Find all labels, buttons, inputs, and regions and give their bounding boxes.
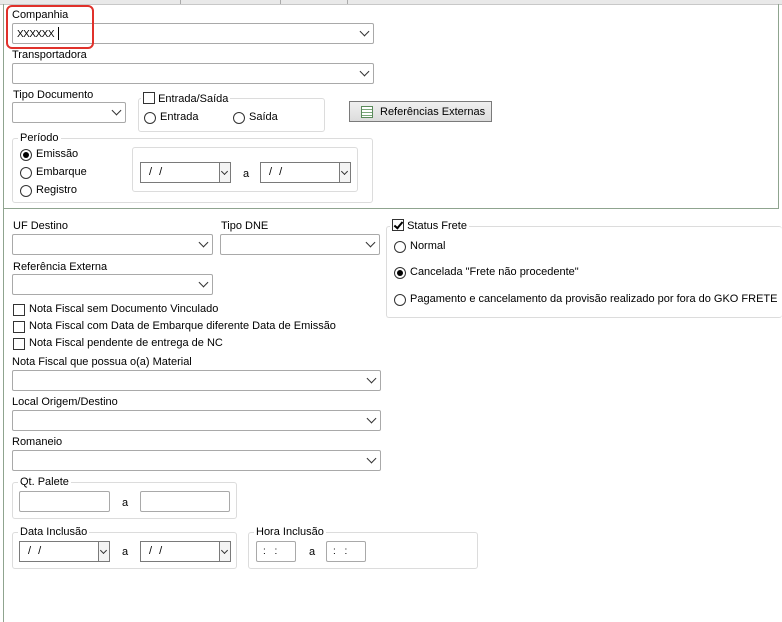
emissao-label: Emissão xyxy=(36,148,79,160)
entrada-radio[interactable] xyxy=(144,112,156,124)
data-inclusao-from-value: / / xyxy=(28,545,44,557)
saida-radio[interactable] xyxy=(233,112,245,124)
hora-inclusao-from-value: : : xyxy=(263,546,281,557)
nf-pendente-nc-checkbox[interactable] xyxy=(13,338,25,350)
referencias-externas-label: Referências Externas xyxy=(380,106,486,118)
qt-palete-from-input[interactable] xyxy=(19,491,110,512)
nf-sem-documento-checkbox[interactable] xyxy=(13,304,25,316)
periodo-to-date[interactable]: / / xyxy=(260,162,351,183)
status-cancelada-radio[interactable] xyxy=(394,267,406,279)
emissao-radio[interactable] xyxy=(20,149,32,161)
status-frete-checkbox[interactable] xyxy=(392,219,404,231)
chevron-down-icon xyxy=(198,237,209,248)
left-border-line xyxy=(3,209,4,622)
romaneio-label: Romaneio xyxy=(12,436,63,448)
hora-inclusao-to-value: : : xyxy=(333,546,351,557)
embarque-radio[interactable] xyxy=(20,167,32,179)
local-label: Local Origem/Destino xyxy=(12,396,118,408)
chevron-down-icon xyxy=(198,277,209,288)
chevron-down-icon xyxy=(365,237,376,248)
periodo-label: Período xyxy=(18,132,61,145)
entrada-label: Entrada xyxy=(160,111,199,123)
registro-radio[interactable] xyxy=(20,185,32,197)
status-normal-radio[interactable] xyxy=(394,241,406,253)
tipo-documento-label: Tipo Documento xyxy=(13,89,94,101)
uf-destino-label: UF Destino xyxy=(13,220,69,232)
periodo-from-value: / / xyxy=(149,166,165,178)
calendar-dropdown-icon[interactable] xyxy=(219,542,230,561)
hora-inclusao-label: Hora Inclusão xyxy=(254,526,326,539)
chevron-down-icon xyxy=(366,453,377,464)
embarque-label: Embarque xyxy=(36,166,87,178)
transportadora-label: Transportadora xyxy=(12,49,87,61)
spreadsheet-icon xyxy=(361,106,373,118)
qt-palete-to-input[interactable] xyxy=(140,491,230,512)
referencias-externas-button[interactable]: Referências Externas xyxy=(349,101,492,122)
nf-sem-documento-label: Nota Fiscal sem Documento Vinculado xyxy=(29,303,219,315)
transportadora-select[interactable] xyxy=(12,63,374,84)
hora-inclusao-to-input[interactable]: : : xyxy=(326,541,366,562)
data-inclusao-from-date[interactable]: / / xyxy=(19,541,110,562)
nf-pendente-nc-label: Nota Fiscal pendente de entrega de NC xyxy=(29,337,223,349)
data-inclusao-to-value: / / xyxy=(149,545,165,557)
status-pagamento-radio[interactable] xyxy=(394,294,406,306)
romaneio-select[interactable] xyxy=(12,450,381,471)
periodo-sep: a xyxy=(243,168,250,180)
calendar-dropdown-icon[interactable] xyxy=(339,163,350,182)
material-select[interactable] xyxy=(12,370,381,391)
calendar-dropdown-icon[interactable] xyxy=(98,542,109,561)
data-inclusao-label: Data Inclusão xyxy=(18,526,90,539)
uf-destino-select[interactable] xyxy=(12,234,213,255)
hora-inclusao-sep: a xyxy=(309,546,316,558)
calendar-dropdown-icon[interactable] xyxy=(219,163,230,182)
material-label: Nota Fiscal que possua o(a) Material xyxy=(12,356,192,368)
nf-data-embarque-label: Nota Fiscal com Data de Embarque diferen… xyxy=(29,320,336,332)
referencia-externa-select[interactable] xyxy=(12,274,213,295)
hora-inclusao-from-input[interactable]: : : xyxy=(256,541,296,562)
nf-data-embarque-checkbox[interactable] xyxy=(13,321,25,333)
status-pagamento-label: Pagamento e cancelamento da provisão rea… xyxy=(410,293,778,305)
tipo-documento-select[interactable] xyxy=(12,102,126,123)
tipo-dne-label: Tipo DNE xyxy=(221,220,269,232)
qt-palete-label: Qt. Palete xyxy=(18,476,71,489)
entrada-saida-checkbox[interactable] xyxy=(143,92,155,104)
referencia-externa-label: Referência Externa xyxy=(13,261,108,273)
chevron-down-icon xyxy=(111,105,122,116)
data-inclusao-sep: a xyxy=(122,546,129,558)
registro-label: Registro xyxy=(36,184,77,196)
saida-label: Saída xyxy=(249,111,278,123)
tipo-dne-select[interactable] xyxy=(220,234,380,255)
status-normal-label: Normal xyxy=(410,240,446,252)
highlight-box xyxy=(6,5,94,49)
data-inclusao-to-date[interactable]: / / xyxy=(140,541,231,562)
chevron-down-icon xyxy=(359,66,370,77)
status-frete-header: Status Frete xyxy=(390,219,469,233)
status-frete-label: Status Frete xyxy=(407,220,467,232)
qt-palete-sep: a xyxy=(122,497,129,509)
entrada-saida-header: Entrada/Saída xyxy=(141,92,231,106)
chevron-down-icon xyxy=(366,373,377,384)
periodo-from-date[interactable]: / / xyxy=(140,162,231,183)
local-select[interactable] xyxy=(12,410,381,431)
entrada-saida-label: Entrada/Saída xyxy=(158,93,229,105)
status-cancelada-label: Cancelada "Frete não procedente" xyxy=(410,266,579,278)
chevron-down-icon xyxy=(359,26,370,37)
periodo-to-value: / / xyxy=(269,166,285,178)
chevron-down-icon xyxy=(366,413,377,424)
